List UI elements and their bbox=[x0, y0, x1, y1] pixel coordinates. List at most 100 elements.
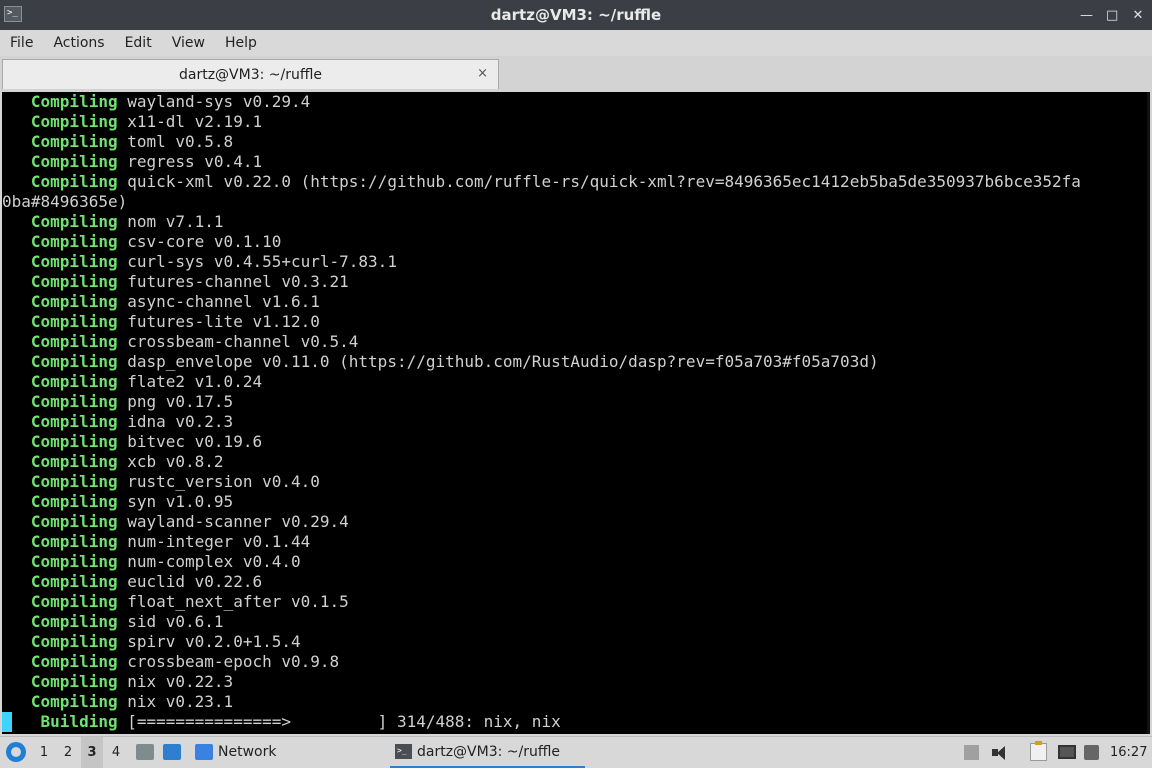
terminal-line: Compiling toml v0.5.8 bbox=[2, 132, 233, 152]
terminal-text: png v0.17.5 bbox=[117, 392, 234, 411]
terminal-text: crossbeam-channel v0.5.4 bbox=[117, 332, 359, 351]
terminal-line: Compiling x11-dl v2.19.1 bbox=[2, 112, 262, 132]
terminal-line: Compiling wayland-sys v0.29.4 bbox=[2, 92, 310, 112]
terminal-keyword: Compiling bbox=[2, 312, 118, 331]
terminal-line: Compiling flate2 v1.0.24 bbox=[2, 372, 262, 392]
terminal-text: syn v1.0.95 bbox=[117, 492, 234, 511]
workspace-1[interactable]: 1 bbox=[33, 737, 55, 768]
restore-icon[interactable]: □ bbox=[1106, 8, 1118, 23]
terminal-text: toml v0.5.8 bbox=[117, 132, 234, 151]
terminal-keyword: Compiling bbox=[2, 672, 118, 691]
network-status-icon[interactable] bbox=[1058, 745, 1076, 759]
workspace-4[interactable]: 4 bbox=[105, 737, 127, 768]
terminal-keyword: Compiling bbox=[2, 472, 118, 491]
terminal-line: Compiling async-channel v1.6.1 bbox=[2, 292, 320, 312]
menu-bar: File Actions Edit View Help bbox=[0, 30, 1152, 56]
terminal-keyword: Compiling bbox=[2, 352, 118, 371]
task-label: dartz@VM3: ~/ruffle bbox=[417, 744, 561, 760]
terminal-line: Compiling nom v7.1.1 bbox=[2, 212, 224, 232]
terminal-keyword: Compiling bbox=[2, 272, 118, 291]
window-titlebar[interactable]: >_ dartz@VM3: ~/ruffle — □ ✕ bbox=[0, 0, 1152, 30]
menu-actions[interactable]: Actions bbox=[43, 30, 114, 56]
terminal-line: Building [===============> ] 314/488: ni… bbox=[2, 712, 561, 732]
terminal-line: Compiling csv-core v0.1.10 bbox=[2, 232, 281, 252]
clipboard-icon[interactable] bbox=[1030, 741, 1047, 761]
terminal-text: crossbeam-epoch v0.9.8 bbox=[117, 652, 340, 671]
tab-label: dartz@VM3: ~/ruffle bbox=[178, 67, 322, 83]
terminal-text: flate2 v1.0.24 bbox=[117, 372, 263, 391]
network-launcher[interactable]: Network bbox=[218, 737, 276, 768]
terminal-line: Compiling wayland-scanner v0.29.4 bbox=[2, 512, 349, 532]
taskbar-terminal-button[interactable]: >_ dartz@VM3: ~/ruffle bbox=[390, 737, 585, 768]
terminal-keyword: Compiling bbox=[2, 552, 118, 571]
terminal-line: Compiling num-complex v0.4.0 bbox=[2, 552, 301, 572]
window-title: dartz@VM3: ~/ruffle bbox=[490, 6, 662, 24]
terminal-line: Compiling num-integer v0.1.44 bbox=[2, 532, 310, 552]
terminal-text: quick-xml v0.22.0 (https://github.com/ru… bbox=[117, 172, 1081, 191]
terminal-keyword: Compiling bbox=[2, 492, 118, 511]
terminal-keyword: Compiling bbox=[2, 612, 118, 631]
terminal-line: Compiling png v0.17.5 bbox=[2, 392, 233, 412]
tray-expand-icon[interactable] bbox=[964, 745, 979, 760]
terminal-text: [===============> ] 314/488: nix, nix bbox=[117, 712, 561, 731]
folder-icon[interactable] bbox=[195, 744, 213, 760]
lxqt-menu-icon[interactable] bbox=[6, 742, 26, 762]
terminal-line: Compiling crossbeam-epoch v0.9.8 bbox=[2, 652, 339, 672]
terminal-text: async-channel v1.6.1 bbox=[117, 292, 320, 311]
display-icon[interactable] bbox=[1084, 745, 1099, 760]
terminal-text: euclid v0.22.6 bbox=[117, 572, 263, 591]
taskbar: 1 2 3 4 Network >_ dartz@VM3: ~/ruffle 1… bbox=[0, 736, 1152, 768]
terminal-text: nom v7.1.1 bbox=[117, 212, 224, 231]
tab-bar: dartz@VM3: ~/ruffle × bbox=[0, 56, 1152, 92]
terminal-keyword: Compiling bbox=[2, 232, 118, 251]
clock[interactable]: 16:27 bbox=[1110, 737, 1147, 768]
file-manager-icon[interactable] bbox=[136, 744, 154, 760]
terminal-text: nix v0.23.1 bbox=[117, 692, 234, 711]
terminal-text: num-integer v0.1.44 bbox=[117, 532, 311, 551]
terminal-keyword: Compiling bbox=[2, 172, 118, 191]
terminal-text: dasp_envelope v0.11.0 (https://github.co… bbox=[117, 352, 879, 371]
terminal-line: Compiling sid v0.6.1 bbox=[2, 612, 224, 632]
terminal-line: Compiling dasp_envelope v0.11.0 (https:/… bbox=[2, 352, 879, 372]
show-desktop-icon[interactable] bbox=[163, 744, 181, 760]
tab-close-icon[interactable]: × bbox=[477, 60, 488, 88]
terminal-text: 0ba#8496365e) bbox=[2, 192, 128, 211]
terminal-line: Compiling syn v1.0.95 bbox=[2, 492, 233, 512]
terminal-keyword: Compiling bbox=[2, 392, 118, 411]
minimize-icon[interactable]: — bbox=[1080, 8, 1093, 23]
close-icon[interactable]: ✕ bbox=[1132, 8, 1144, 23]
menu-edit[interactable]: Edit bbox=[115, 30, 162, 56]
terminal-keyword: Compiling bbox=[2, 112, 118, 131]
terminal-line: Compiling nix v0.23.1 bbox=[2, 692, 233, 712]
terminal-text: futures-lite v1.12.0 bbox=[117, 312, 320, 331]
terminal-text: regress v0.4.1 bbox=[117, 152, 263, 171]
terminal-text: xcb v0.8.2 bbox=[117, 452, 224, 471]
terminal-output[interactable]: Building [===============> ] 314/488: ni… bbox=[2, 92, 1150, 734]
terminal-keyword: Compiling bbox=[2, 452, 118, 471]
terminal-keyword: Compiling bbox=[2, 132, 118, 151]
menu-help[interactable]: Help bbox=[215, 30, 267, 56]
terminal-text: x11-dl v2.19.1 bbox=[117, 112, 263, 131]
terminal-keyword: Compiling bbox=[2, 412, 118, 431]
terminal-line: 0ba#8496365e) bbox=[2, 192, 127, 212]
terminal-keyword: Building bbox=[2, 712, 118, 731]
volume-icon[interactable] bbox=[992, 745, 1007, 760]
terminal-line: Compiling xcb v0.8.2 bbox=[2, 452, 224, 472]
menu-file[interactable]: File bbox=[0, 30, 43, 56]
terminal-text: csv-core v0.1.10 bbox=[117, 232, 282, 251]
menu-view[interactable]: View bbox=[162, 30, 215, 56]
terminal-line: Compiling float_next_after v0.1.5 bbox=[2, 592, 349, 612]
terminal-line: Compiling crossbeam-channel v0.5.4 bbox=[2, 332, 359, 352]
terminal-text: wayland-scanner v0.29.4 bbox=[117, 512, 349, 531]
terminal-line: Compiling spirv v0.2.0+1.5.4 bbox=[2, 632, 301, 652]
terminal-keyword: Compiling bbox=[2, 512, 118, 531]
terminal-tab[interactable]: dartz@VM3: ~/ruffle × bbox=[2, 59, 499, 89]
terminal-line: Compiling quick-xml v0.22.0 (https://git… bbox=[2, 172, 1081, 192]
workspace-2[interactable]: 2 bbox=[57, 737, 79, 768]
workspace-3[interactable]: 3 bbox=[81, 737, 103, 768]
terminal-keyword: Compiling bbox=[2, 152, 118, 171]
terminal-scrollbar[interactable] bbox=[1147, 92, 1150, 734]
terminal-keyword: Compiling bbox=[2, 332, 118, 351]
terminal-keyword: Compiling bbox=[2, 572, 118, 591]
terminal-cursor bbox=[2, 712, 12, 732]
